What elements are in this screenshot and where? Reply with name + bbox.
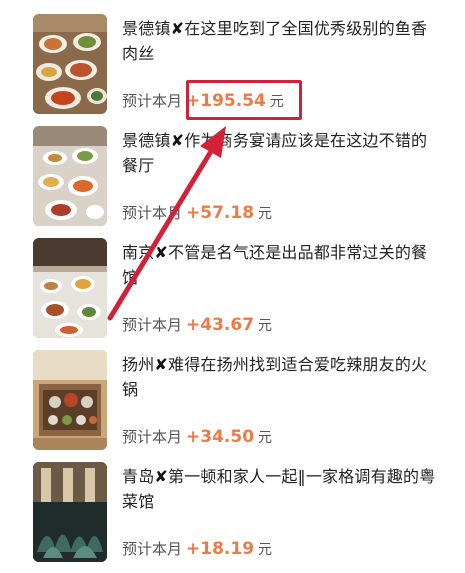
monthly-estimate: 预计本月 +43.67 元 (122, 314, 272, 338)
item-title[interactable]: 南京✘不管是名气还是出品都非常过关的餐馆 (122, 240, 438, 290)
food-photo-icon[interactable] (33, 126, 107, 226)
city-name: 扬州 (122, 355, 155, 374)
estimate-amount: +18.19 (186, 539, 255, 559)
restaurant-interior-photo-icon[interactable] (33, 462, 107, 562)
food-photo-icon[interactable] (33, 14, 107, 114)
separator-mark: ✘ (154, 243, 169, 262)
estimate-label: 预计本月 (122, 92, 183, 110)
estimate-amount: +43.67 (186, 315, 255, 335)
list-item[interactable]: 景德镇✘作为商务宴请应该是在这边不错的餐厅 预计本月 +57.18 元 (0, 112, 465, 226)
separator-mark: ✘ (154, 355, 169, 374)
item-title-text: 难得在扬州找到适合爱吃辣朋友的火锅 (122, 355, 428, 399)
currency-unit: 元 (258, 542, 273, 558)
item-title[interactable]: 景德镇✘在这里吃到了全国优秀级别的鱼香肉丝 (122, 16, 438, 66)
city-name: 景德镇 (122, 131, 171, 150)
hotpot-photo-icon[interactable] (33, 350, 107, 450)
monthly-estimate: 预计本月 +57.18 元 (122, 202, 272, 226)
currency-unit: 元 (258, 206, 273, 222)
list-item[interactable]: 扬州✘难得在扬州找到适合爱吃辣朋友的火锅 预计本月 +34.50 元 (0, 336, 465, 450)
currency-unit: 元 (258, 318, 273, 334)
monthly-estimate: 预计本月 +18.19 元 (122, 538, 272, 562)
city-name: 青岛 (122, 467, 155, 486)
food-photo-icon[interactable] (33, 238, 107, 338)
city-name: 景德镇 (122, 19, 171, 38)
estimate-label: 预计本月 (122, 204, 183, 222)
city-name: 南京 (122, 243, 155, 262)
item-title-text: 第一顿和家人一起‖一家格调有趣的粤菜馆 (122, 467, 436, 511)
separator-mark: ✘ (170, 131, 185, 150)
list-item[interactable]: 青岛✘第一顿和家人一起‖一家格调有趣的粤菜馆 预计本月 +18.19 元 (0, 448, 465, 562)
highlight-box (186, 80, 302, 120)
item-title[interactable]: 景德镇✘作为商务宴请应该是在这边不错的餐厅 (122, 128, 438, 178)
estimate-label: 预计本月 (122, 316, 183, 334)
estimate-amount: +34.50 (186, 427, 255, 447)
item-title-text: 不管是名气还是出品都非常过关的餐馆 (122, 243, 428, 287)
monthly-estimate: 预计本月 +34.50 元 (122, 426, 272, 450)
separator-mark: ✘ (154, 467, 169, 486)
item-title[interactable]: 扬州✘难得在扬州找到适合爱吃辣朋友的火锅 (122, 352, 438, 402)
estimate-label: 预计本月 (122, 428, 183, 446)
estimate-label: 预计本月 (122, 540, 183, 558)
estimate-amount: +57.18 (186, 203, 255, 223)
list-item[interactable]: 南京✘不管是名气还是出品都非常过关的餐馆 预计本月 +43.67 元 (0, 224, 465, 338)
currency-unit: 元 (258, 430, 273, 446)
item-title[interactable]: 青岛✘第一顿和家人一起‖一家格调有趣的粤菜馆 (122, 464, 438, 514)
separator-mark: ✘ (170, 19, 185, 38)
